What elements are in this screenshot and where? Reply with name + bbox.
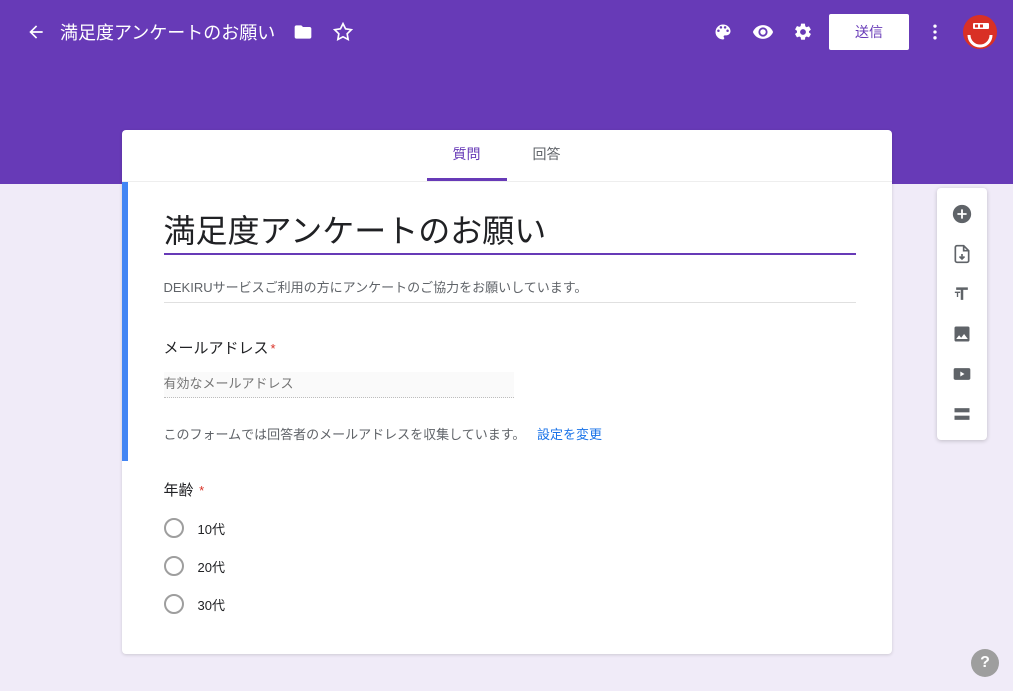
radio-label: 10代: [198, 519, 225, 538]
add-title-icon[interactable]: [944, 276, 980, 312]
radio-label: 20代: [198, 557, 225, 576]
required-star: *: [271, 341, 276, 356]
star-icon[interactable]: [323, 12, 363, 52]
app-header: 満足度アンケートのお願い 送信: [0, 0, 1013, 64]
send-button[interactable]: 送信: [829, 14, 909, 50]
age-label-text: 年齢: [164, 482, 194, 499]
change-settings-link[interactable]: 設定を変更: [537, 427, 602, 442]
add-video-icon[interactable]: [944, 356, 980, 392]
email-input-placeholder: [164, 372, 514, 398]
email-question-label: メールアドレス*: [164, 337, 856, 358]
title-card: メールアドレス* このフォームでは回答者のメールアドレスを収集しています。 設定…: [122, 182, 892, 461]
form-title-input[interactable]: [164, 206, 856, 255]
floating-toolbar: [937, 188, 987, 440]
folder-icon[interactable]: [283, 12, 323, 52]
radio-option[interactable]: 10代: [164, 518, 856, 538]
help-button[interactable]: ?: [971, 649, 999, 677]
radio-option[interactable]: 30代: [164, 594, 856, 614]
age-question-label: 年齢 *: [164, 479, 856, 500]
palette-icon[interactable]: [703, 12, 743, 52]
form-canvas: 質問 回答 メールアドレス* このフォームでは回答者のメールアドレスを収集してい…: [122, 130, 892, 654]
form-title-header[interactable]: 満足度アンケートのお願い: [60, 19, 275, 45]
preview-eye-icon[interactable]: [743, 12, 783, 52]
radio-icon: [164, 556, 184, 576]
form-description-input[interactable]: [164, 267, 856, 303]
add-section-icon[interactable]: [944, 396, 980, 432]
tab-responses[interactable]: 回答: [507, 130, 587, 181]
email-label-text: メールアドレス: [164, 340, 269, 357]
radio-icon: [164, 518, 184, 538]
more-vert-icon[interactable]: [915, 12, 955, 52]
question-age-block: 年齢 * 10代 20代 30代: [122, 461, 892, 654]
settings-gear-icon[interactable]: [783, 12, 823, 52]
email-collection-note: このフォームでは回答者のメールアドレスを収集しています。 設定を変更: [164, 424, 856, 443]
radio-option[interactable]: 20代: [164, 556, 856, 576]
tabs-bar: 質問 回答: [122, 130, 892, 182]
radio-icon: [164, 594, 184, 614]
tab-questions[interactable]: 質問: [427, 130, 507, 181]
radio-label: 30代: [198, 595, 225, 614]
add-image-icon[interactable]: [944, 316, 980, 352]
import-questions-icon[interactable]: [944, 236, 980, 272]
back-arrow-icon[interactable]: [16, 12, 56, 52]
add-question-icon[interactable]: [944, 196, 980, 232]
required-star: *: [196, 483, 205, 498]
account-avatar[interactable]: [963, 15, 997, 49]
collect-note-text: このフォームでは回答者のメールアドレスを収集しています。: [164, 427, 526, 442]
